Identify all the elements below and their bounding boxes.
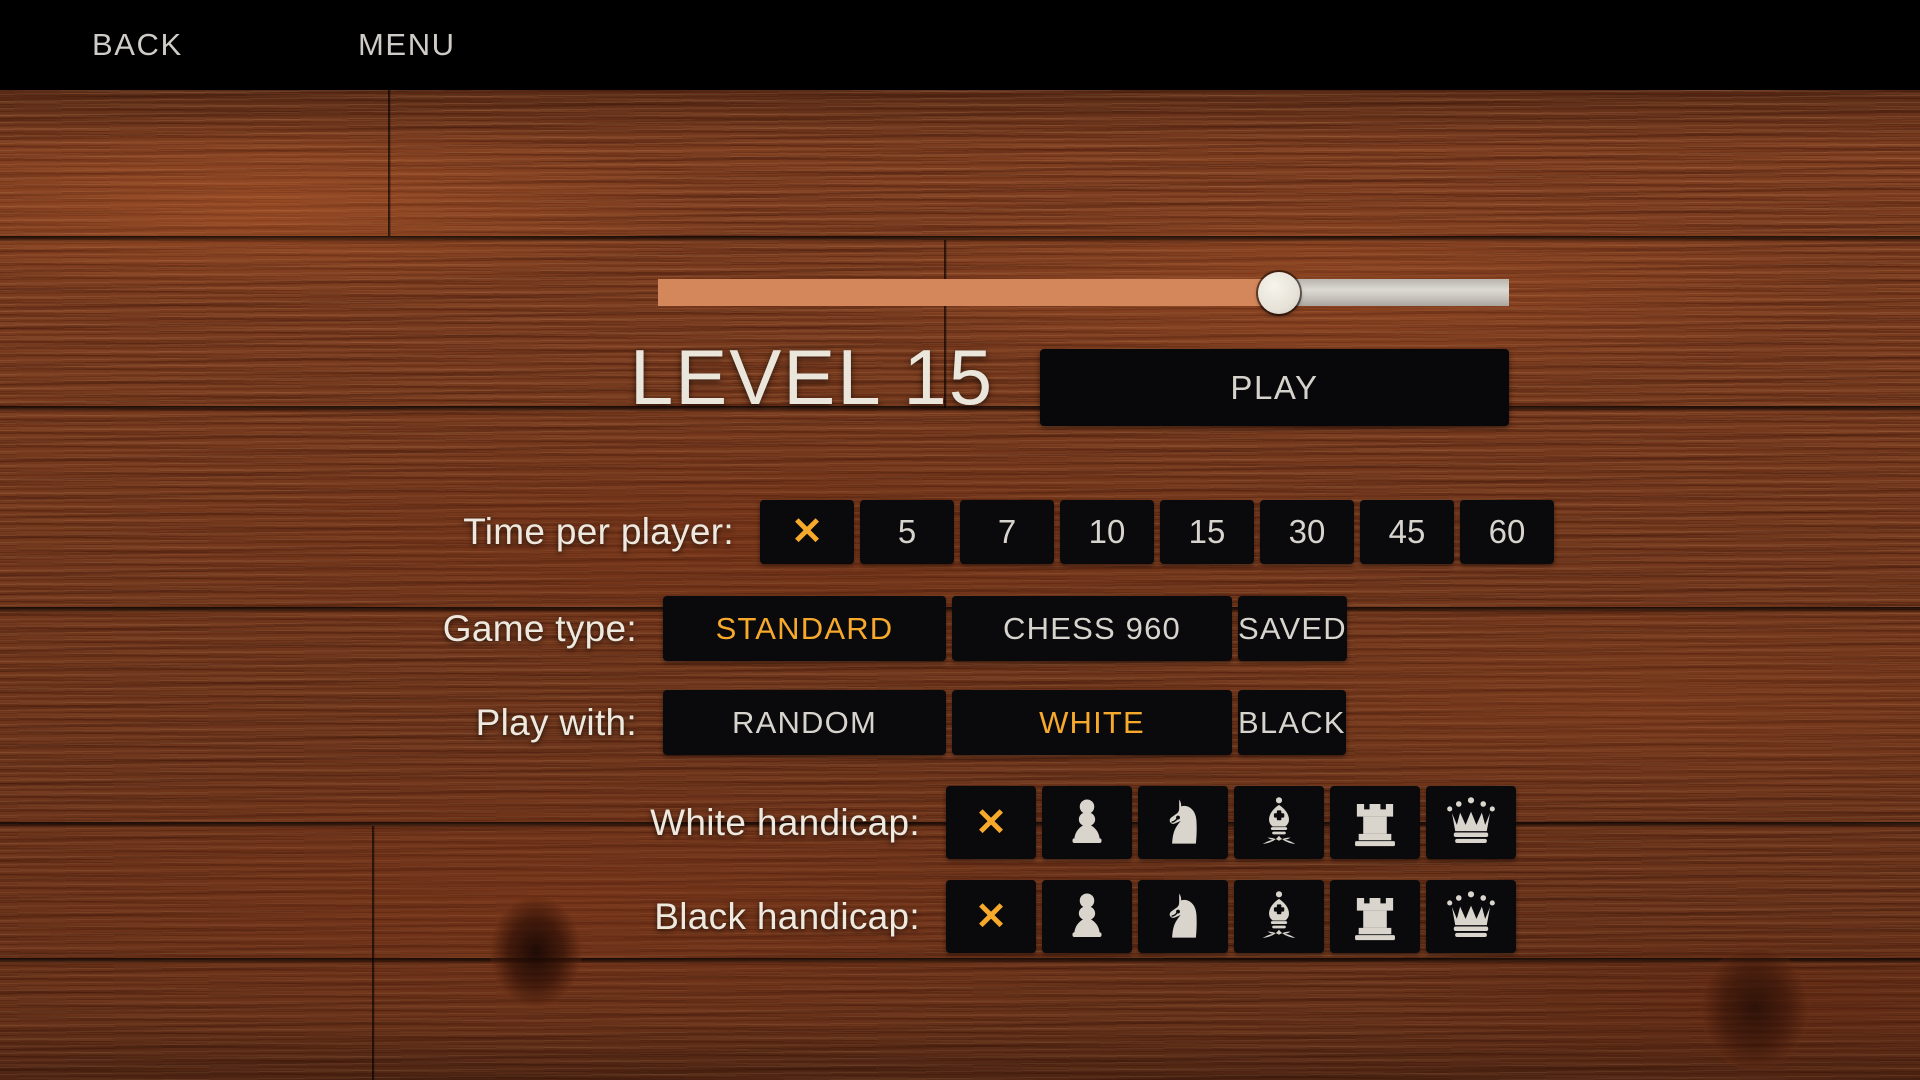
play-with-option-label: WHITE [1039, 704, 1145, 740]
play-with-option-black[interactable]: BLACK [1238, 690, 1346, 755]
time-option-5[interactable]: 5 [860, 500, 954, 564]
time-option-10[interactable]: 10 [1060, 500, 1154, 564]
black-handicap-option-rook[interactable] [1330, 880, 1420, 953]
game-type-row: Game type: STANDARD CHESS 960 SAVED [443, 596, 1347, 661]
time-option-60[interactable]: 60 [1460, 500, 1554, 564]
queen-icon [1442, 888, 1500, 946]
knight-icon [1154, 888, 1212, 946]
plank-seam-vertical [388, 90, 391, 236]
play-with-label: Play with: [475, 701, 637, 743]
play-with-option-white[interactable]: WHITE [952, 690, 1232, 755]
game-type-option-label: STANDARD [715, 610, 894, 646]
white-handicap-row: White handicap: ✕ [650, 786, 1516, 859]
game-type-option-label: SAVED [1238, 610, 1347, 646]
pawn-icon [1058, 794, 1116, 852]
time-option-30[interactable]: 30 [1260, 500, 1354, 564]
time-per-player-row: Time per player: ✕ 5 7 10 15 30 45 60 [463, 500, 1554, 564]
black-handicap-option-queen[interactable] [1426, 880, 1516, 953]
wood-knot [490, 896, 582, 1008]
knight-icon [1154, 794, 1212, 852]
play-button-label: PLAY [1230, 368, 1319, 406]
time-option-label: 7 [997, 513, 1017, 550]
slider-track-fill [658, 279, 1278, 306]
time-option-label: 60 [1488, 513, 1526, 550]
time-option-45[interactable]: 45 [1360, 500, 1454, 564]
game-setup-screen: BACK MENU LEVEL 15 PLAY Time per player:… [0, 0, 1920, 1080]
play-with-row: Play with: RANDOM WHITE BLACK [476, 690, 1346, 755]
back-button[interactable]: BACK [92, 0, 183, 90]
close-x-icon: ✕ [975, 801, 1007, 844]
time-option-7[interactable]: 7 [960, 500, 1054, 564]
menu-button[interactable]: MENU [358, 0, 456, 90]
game-type-label: Game type: [442, 607, 637, 649]
white-handicap-option-none[interactable]: ✕ [946, 786, 1036, 859]
menu-button-label: MENU [358, 27, 456, 62]
time-option-none[interactable]: ✕ [760, 500, 854, 564]
play-with-option-label: BLACK [1238, 704, 1346, 740]
time-option-label: 5 [897, 513, 917, 550]
level-label: LEVEL 15 [629, 333, 995, 421]
black-handicap-option-pawn[interactable] [1042, 880, 1132, 953]
time-option-label: 45 [1388, 513, 1426, 550]
slider-thumb[interactable] [1258, 272, 1300, 314]
time-option-label: 10 [1088, 513, 1126, 550]
black-handicap-option-knight[interactable] [1138, 880, 1228, 953]
white-handicap-option-bishop[interactable] [1234, 786, 1324, 859]
play-with-option-label: RANDOM [732, 704, 877, 740]
plank-seam-vertical [372, 826, 375, 1080]
game-type-option-standard[interactable]: STANDARD [663, 596, 946, 661]
rook-icon [1346, 888, 1404, 946]
game-type-option-saved[interactable]: SAVED [1238, 596, 1347, 661]
bishop-icon [1250, 888, 1308, 946]
time-option-15[interactable]: 15 [1160, 500, 1254, 564]
black-handicap-option-bishop[interactable] [1234, 880, 1324, 953]
plank-seam [0, 236, 1920, 242]
close-x-icon: ✕ [975, 895, 1007, 938]
time-option-label: 15 [1188, 513, 1226, 550]
white-handicap-option-pawn[interactable] [1042, 786, 1132, 859]
game-type-option-label: CHESS 960 [1003, 610, 1181, 646]
wood-knot [1700, 946, 1810, 1070]
time-per-player-label: Time per player: [463, 511, 734, 552]
plank-seam [0, 958, 1920, 964]
play-button[interactable]: PLAY [1040, 349, 1509, 426]
difficulty-slider[interactable] [658, 266, 1509, 314]
white-handicap-option-rook[interactable] [1330, 786, 1420, 859]
queen-icon [1442, 794, 1500, 852]
pawn-icon [1058, 888, 1116, 946]
top-bar: BACK MENU [0, 0, 1920, 90]
white-handicap-option-queen[interactable] [1426, 786, 1516, 859]
time-option-label: 30 [1288, 513, 1326, 550]
rook-icon [1346, 794, 1404, 852]
white-handicap-option-knight[interactable] [1138, 786, 1228, 859]
black-handicap-label: Black handicap: [654, 895, 920, 937]
bishop-icon [1250, 794, 1308, 852]
game-type-option-chess960[interactable]: CHESS 960 [952, 596, 1232, 661]
black-handicap-option-none[interactable]: ✕ [946, 880, 1036, 953]
close-x-icon: ✕ [791, 511, 823, 553]
back-button-label: BACK [92, 27, 183, 62]
play-with-option-random[interactable]: RANDOM [663, 690, 946, 755]
white-handicap-label: White handicap: [650, 801, 920, 843]
black-handicap-row: Black handicap: ✕ [654, 880, 1516, 953]
